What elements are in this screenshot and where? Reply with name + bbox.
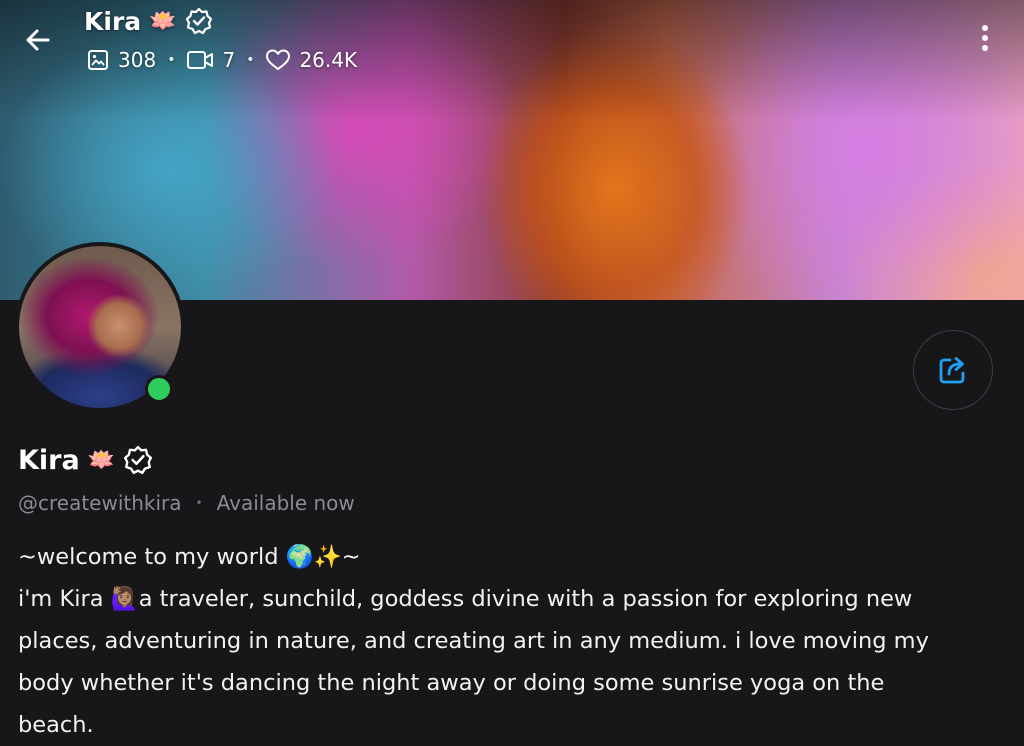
bio-line: places, adventuring in nature, and creat… [18, 628, 929, 654]
photos-count: 308 [118, 48, 157, 72]
online-status-dot [145, 375, 173, 403]
profile-bio: ~welcome to my world 🌍✨~ i'm Kira 🙋🏽‍♀️a… [18, 536, 1008, 746]
stat-separator: • [246, 52, 255, 68]
header-name-text: Kira [84, 6, 142, 36]
bio-line: ~welcome to my world 🌍✨~ [18, 544, 361, 570]
likes-stat: 26.4K [265, 48, 357, 72]
back-arrow-icon [26, 29, 50, 51]
top-bar: Kira 🪷 308 • 7 • 26.4K [0, 0, 1024, 90]
share-button[interactable] [913, 330, 993, 410]
verified-badge-icon [124, 445, 153, 475]
more-options-button[interactable] [968, 18, 1002, 58]
bio-line: beach. [18, 712, 94, 738]
verified-badge-icon [185, 7, 212, 35]
back-button[interactable] [18, 22, 58, 58]
handle-separator: • [195, 496, 203, 510]
availability-status: Available now [216, 491, 355, 515]
profile-name-text: Kira [18, 444, 80, 476]
profile-name: Kira 🪷 [18, 440, 153, 480]
videos-stat: 7 [186, 48, 235, 72]
heart-icon [266, 49, 291, 70]
handle-row: @createwithkira • Available now [18, 486, 355, 520]
profile-handle: @createwithkira [18, 491, 182, 515]
bio-line: body whether it's dancing the night away… [18, 670, 885, 696]
lotus-emoji: 🪷 [149, 8, 177, 34]
photos-stat: 308 [86, 48, 156, 72]
stat-separator: • [167, 52, 176, 68]
lotus-emoji: 🪷 [87, 447, 116, 473]
image-icon [88, 50, 108, 70]
header-profile-name: Kira 🪷 [84, 4, 213, 38]
video-icon [187, 51, 214, 69]
header-stats: 308 • 7 • 26.4K [86, 44, 357, 76]
share-icon [939, 357, 965, 384]
bio-line: i'm Kira 🙋🏽‍♀️a traveler, sunchild, godd… [18, 586, 913, 612]
likes-count: 26.4K [299, 48, 358, 72]
more-vertical-icon [982, 25, 988, 51]
videos-count: 7 [222, 48, 236, 72]
